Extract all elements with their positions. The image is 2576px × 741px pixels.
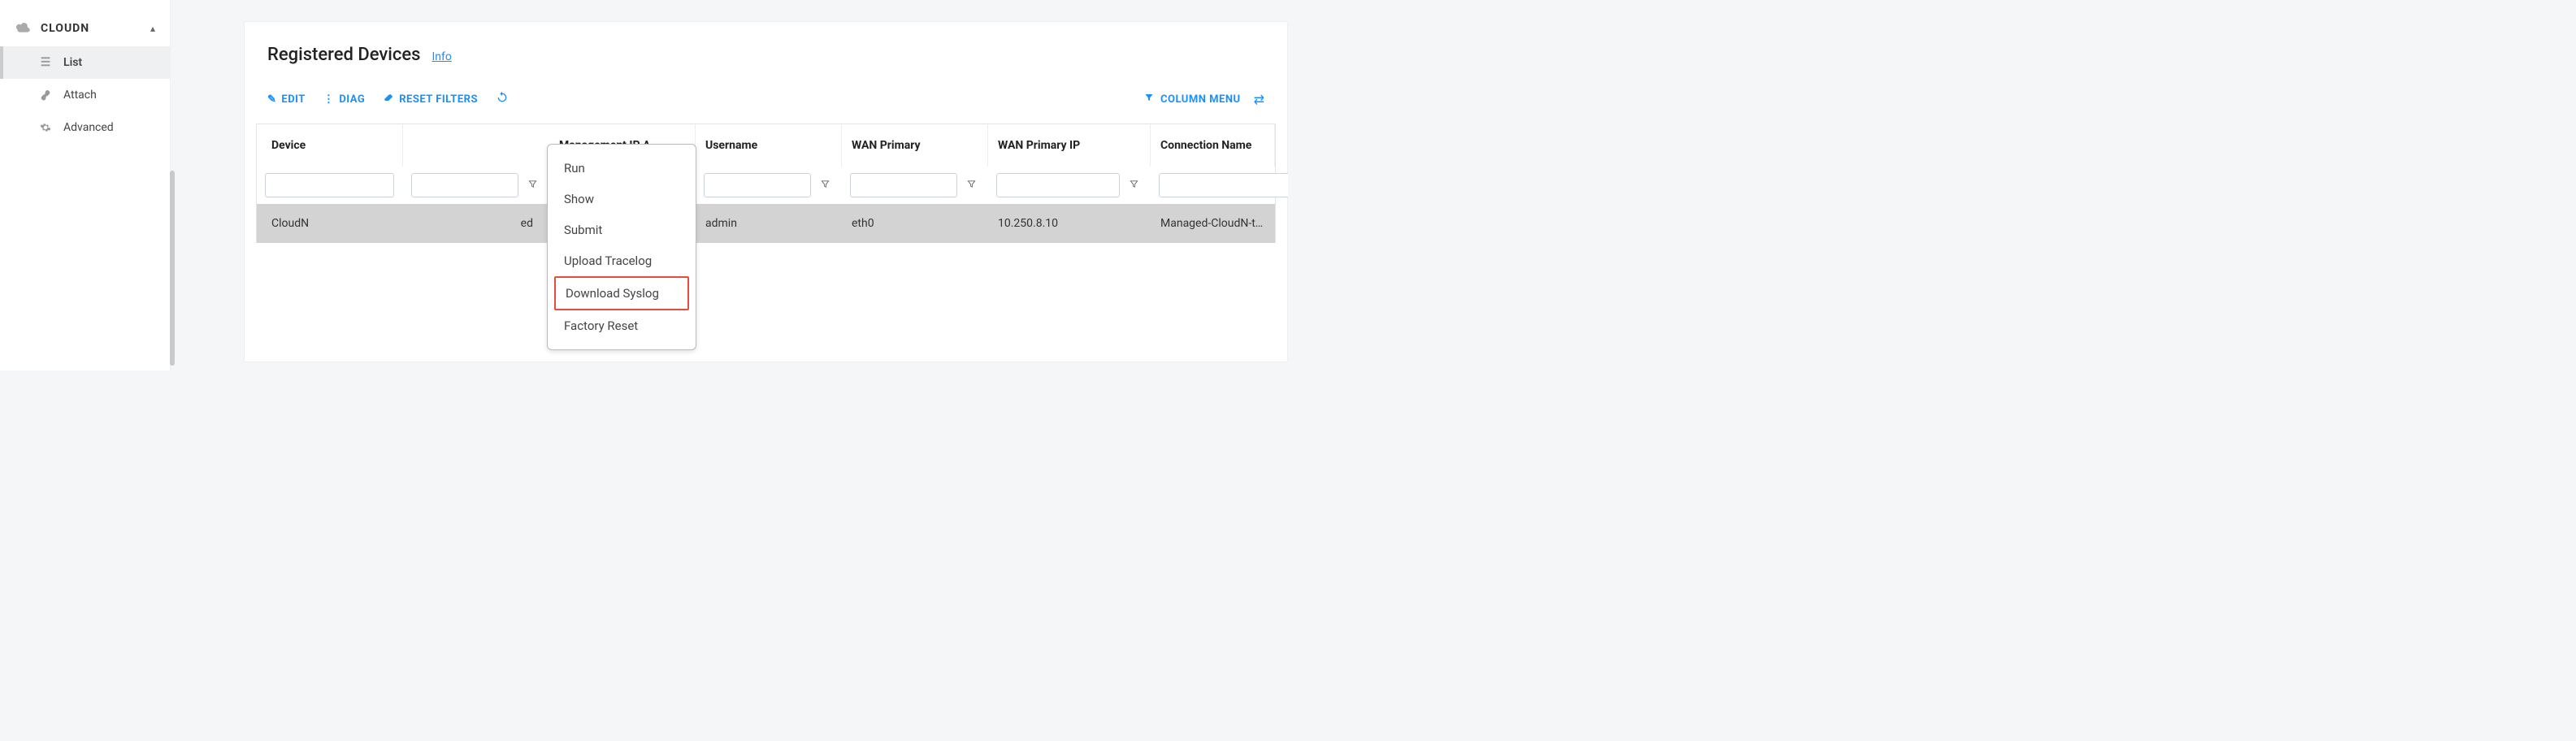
sidebar-item-list[interactable]: ☰ List xyxy=(0,46,170,79)
col-wan-primary[interactable]: WAN Primary xyxy=(842,124,988,167)
filter-icon[interactable] xyxy=(1126,176,1142,194)
cell-wan-primary-ip: 10.250.8.10 xyxy=(988,204,1151,243)
filter-col2[interactable] xyxy=(411,173,518,197)
filter-device[interactable] xyxy=(265,173,394,197)
table-row[interactable]: CloudN ed 10.152.0.56 admin eth0 10.250.… xyxy=(257,204,1275,243)
column-menu-button[interactable]: COLUMN MENU xyxy=(1144,93,1241,106)
diag-label: DIAG xyxy=(339,93,365,106)
col-connection-name[interactable]: Connection Name xyxy=(1151,124,1275,167)
cloud-icon xyxy=(15,20,31,37)
toolbar: ✎ EDIT ⋮ DIAG RESET FILTERS xyxy=(245,83,1287,119)
main-content: Registered Devices Info ✎ EDIT ⋮ DIAG RE… xyxy=(171,0,1288,370)
sidebar-item-label: List xyxy=(63,56,82,69)
col-wan-primary-ip[interactable]: WAN Primary IP xyxy=(988,124,1151,167)
column-menu-label: COLUMN MENU xyxy=(1160,93,1241,106)
menu-dots-icon: ⋮ xyxy=(323,93,335,106)
list-icon: ☰ xyxy=(39,56,52,69)
panel-header: Registered Devices Info xyxy=(245,45,1287,83)
col-device[interactable]: Device xyxy=(257,124,403,167)
reset-label: RESET FILTERS xyxy=(399,93,478,106)
col-username[interactable]: Username xyxy=(696,124,842,167)
panel-registered-devices: Registered Devices Info ✎ EDIT ⋮ DIAG RE… xyxy=(244,21,1288,362)
gear-icon xyxy=(39,122,52,133)
table-header-row: Device Management IP A… Username WAN Pri… xyxy=(257,124,1275,167)
swap-columns-button[interactable]: ⇄ xyxy=(1254,92,1264,107)
device-table: Device Management IP A… Username WAN Pri… xyxy=(256,124,1276,243)
sidebar-section-cloudn[interactable]: CLOUDN ▴ xyxy=(0,0,170,46)
filter-username[interactable] xyxy=(704,173,811,197)
refresh-icon xyxy=(496,91,509,107)
pencil-icon: ✎ xyxy=(267,93,276,106)
sidebar: CLOUDN ▴ ☰ List Attach Advanced xyxy=(0,0,171,370)
cell-wan-primary: eth0 xyxy=(842,204,988,243)
link-icon xyxy=(39,89,52,101)
filter-icon[interactable] xyxy=(817,176,833,194)
diag-item-upload-tracelog[interactable]: Upload Tracelog xyxy=(554,245,689,276)
sidebar-section-title: CLOUDN xyxy=(41,22,141,35)
filter-wan-primary-ip[interactable] xyxy=(996,173,1120,197)
funnel-icon xyxy=(1144,93,1154,106)
sidebar-item-label: Attach xyxy=(63,89,97,102)
cell-col2: ed xyxy=(403,204,549,243)
chevron-up-icon: ▴ xyxy=(150,23,155,34)
diag-item-show[interactable]: Show xyxy=(554,184,689,214)
info-link[interactable]: Info xyxy=(432,50,451,63)
diag-item-run[interactable]: Run xyxy=(554,153,689,184)
filter-icon[interactable] xyxy=(525,176,540,194)
cell-username: admin xyxy=(696,204,842,243)
page-title: Registered Devices xyxy=(267,45,420,65)
edit-button[interactable]: ✎ EDIT xyxy=(267,93,306,106)
diag-button[interactable]: ⋮ DIAG xyxy=(323,93,365,106)
edit-label: EDIT xyxy=(281,93,305,106)
filter-wan-primary[interactable] xyxy=(850,173,957,197)
cell-device: CloudN xyxy=(257,204,403,243)
sidebar-item-advanced[interactable]: Advanced xyxy=(0,111,170,144)
filter-connection-name[interactable] xyxy=(1159,173,1288,197)
diag-item-submit[interactable]: Submit xyxy=(554,214,689,245)
diag-item-factory-reset[interactable]: Factory Reset xyxy=(554,310,689,341)
sidebar-item-label: Advanced xyxy=(63,121,114,134)
reset-filters-button[interactable]: RESET FILTERS xyxy=(383,93,478,106)
eraser-icon xyxy=(383,93,394,106)
diag-menu: Run Show Submit Upload Tracelog Download… xyxy=(547,144,696,350)
sidebar-item-attach[interactable]: Attach xyxy=(0,79,170,111)
cell-connection-name: Managed-CloudN-t… xyxy=(1151,204,1275,243)
filter-icon[interactable] xyxy=(964,176,979,194)
table-filter-row xyxy=(257,167,1275,204)
diag-item-download-syslog[interactable]: Download Syslog xyxy=(554,276,689,310)
refresh-button[interactable] xyxy=(496,91,509,107)
